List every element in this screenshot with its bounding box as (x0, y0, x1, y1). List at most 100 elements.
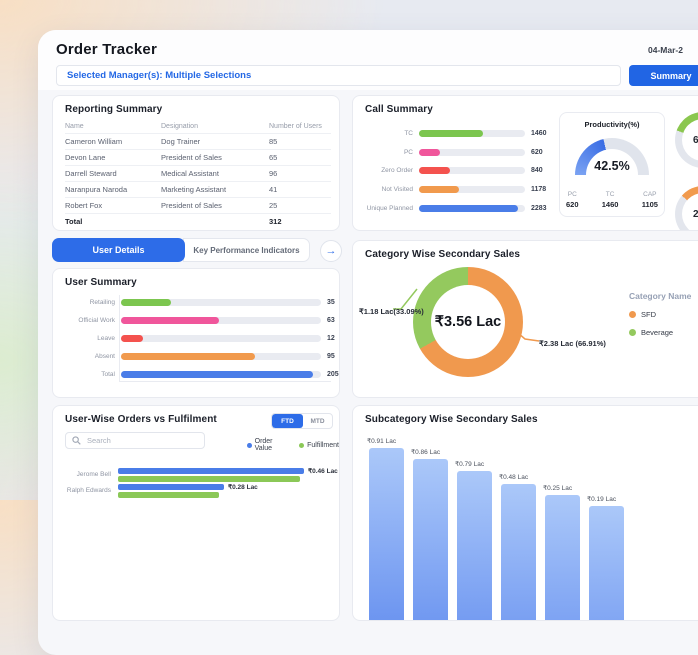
bar-fill (419, 186, 459, 193)
productivity-value: 42.5% (560, 159, 664, 173)
bar-value-label: ₹0.28 Lac (228, 483, 258, 491)
bar-fill (121, 353, 255, 360)
ring-gauge-bottom: 27% (675, 186, 698, 231)
table-cell: 85 (269, 137, 331, 146)
chart-category-label: Unique Planned (361, 205, 413, 212)
table-cell: Marketing Assistant (161, 185, 269, 194)
chart-category-label: Retailing (63, 299, 115, 306)
bar-value-label: ₹0.79 Lac (455, 460, 484, 468)
order-value-bar (118, 484, 224, 490)
bar-track (419, 149, 525, 156)
summary-button[interactable]: Summary (629, 65, 698, 86)
bar-track (419, 130, 525, 137)
bar-fill (419, 205, 518, 212)
bar-fill (121, 299, 171, 306)
search-icon (72, 436, 81, 445)
ring-gauge-top: 64% (675, 112, 698, 168)
chart-row: Retailing35 (63, 293, 339, 311)
category-donut-chart: ₹3.56 Lac (413, 267, 523, 377)
bar-value-label: ₹0.25 Lac (543, 484, 572, 492)
user-summary-panel: User Summary Retailing35Official Work63L… (52, 268, 340, 398)
bar-track (419, 205, 525, 212)
table-cell: Devon Lane (65, 153, 161, 162)
orders-fulfillment-panel: User-Wise Orders vs Fulfilment FTD MTD O… (52, 405, 340, 621)
table-cell: President of Sales (161, 153, 269, 162)
chart-category-label: Official Work (63, 317, 115, 324)
table-header-row: Name Designation Number of Users (65, 120, 331, 133)
total-label: Total (65, 217, 161, 226)
manager-filter-label: Selected Manager(s): Multiple Selections (67, 70, 251, 81)
total-value: 312 (269, 217, 331, 226)
bar-value-label: ₹0.19 Lac (587, 495, 616, 503)
chart-category-label: TC (361, 130, 413, 137)
col-name: Name (65, 123, 161, 130)
chart-row: Absent95 (63, 347, 339, 365)
chart-row: Leave12 (63, 329, 339, 347)
manager-filter[interactable]: Selected Manager(s): Multiple Selections (56, 65, 621, 86)
bar-fill (419, 167, 450, 174)
subcategory-bar (413, 459, 448, 621)
toggle-ftd[interactable]: FTD (272, 414, 303, 428)
chart-category-label: Not Visited (361, 186, 413, 193)
table-cell: Naranpura Naroda (65, 185, 161, 194)
legend-item-fulfillment[interactable]: Fulfillment (299, 438, 339, 452)
chart-category-label: Absent (63, 353, 115, 360)
table-cell: 41 (269, 185, 331, 194)
search-input[interactable] (85, 435, 199, 446)
chart-value-label: 2283 (531, 205, 547, 212)
arrow-right-button[interactable]: → (320, 240, 342, 262)
table-cell: 96 (269, 169, 331, 178)
table-cell: Cameron William (65, 137, 161, 146)
legend-item-sfd[interactable]: SFD (629, 310, 691, 319)
stat-label: PC (566, 191, 579, 198)
reporting-summary-panel: Reporting Summary Name Designation Numbe… (52, 95, 340, 231)
search-box[interactable] (65, 432, 205, 449)
chart-category-label: Zero Order (361, 167, 413, 174)
view-tabs: User Details Key Performance Indicators (52, 238, 310, 262)
bar-fill (121, 335, 143, 342)
bar-value-label: ₹0.91 Lac (367, 437, 396, 445)
legend-item-order-value[interactable]: Order Value (247, 438, 289, 452)
reporting-table: Name Designation Number of Users Cameron… (65, 120, 331, 229)
reporting-summary-title: Reporting Summary (65, 104, 339, 115)
fulfillment-bar (118, 492, 219, 498)
table-cell: 25 (269, 201, 331, 210)
chart-value-label: 63 (327, 317, 335, 324)
chart-value-label: 12 (327, 335, 335, 342)
bar-track (419, 186, 525, 193)
category-legend: Category Name SFD Beverage (629, 291, 691, 337)
bar-fill (419, 130, 483, 137)
chart-category-label: PC (361, 149, 413, 156)
tab-user-details[interactable]: User Details (52, 238, 185, 262)
report-date: 04-Mar-2 (648, 45, 683, 55)
productivity-card: Productivity(%) 42.5% PC 620 TC 1460 CAP… (559, 112, 665, 217)
subcategory-bar (589, 506, 624, 621)
bar-value-label: ₹0.46 Lac (308, 467, 338, 475)
beverage-swatch (629, 329, 636, 336)
bar-track (419, 167, 525, 174)
bar-fill (121, 371, 313, 378)
arrow-right-icon: → (326, 245, 337, 257)
chart-value-label: 1178 (531, 186, 546, 193)
toggle-mtd[interactable]: MTD (303, 414, 332, 428)
page-title: Order Tracker (56, 41, 157, 58)
col-users: Number of Users (269, 123, 331, 130)
stat-label: TC (602, 191, 619, 198)
bar-track (121, 353, 321, 360)
call-summary-panel: Call Summary TC1460PC620Zero Order840Not… (352, 95, 698, 231)
period-toggle: FTD MTD (271, 413, 333, 429)
subcategory-sales-title: Subcategory Wise Secondary Sales (365, 414, 698, 425)
chart-value-label: 205 (327, 371, 339, 378)
table-cell: Medical Assistant (161, 169, 269, 178)
tab-key-performance-indicators[interactable]: Key Performance Indicators (183, 238, 310, 262)
sfd-swatch (629, 311, 636, 318)
table-body: Cameron WilliamDog Trainer85Devon LanePr… (65, 133, 331, 213)
legend-title: Category Name (629, 291, 691, 301)
subcategory-bar (501, 484, 536, 621)
subcategory-sales-panel: Subcategory Wise Secondary Sales ₹0.91 L… (352, 405, 698, 621)
bar-value-label: ₹0.48 Lac (499, 473, 528, 481)
stat-value: 1460 (602, 200, 619, 209)
legend-item-beverage[interactable]: Beverage (629, 328, 691, 337)
orders-legend: Order Value Fulfillment (247, 438, 339, 452)
bar-value-label: ₹0.86 Lac (411, 448, 440, 456)
